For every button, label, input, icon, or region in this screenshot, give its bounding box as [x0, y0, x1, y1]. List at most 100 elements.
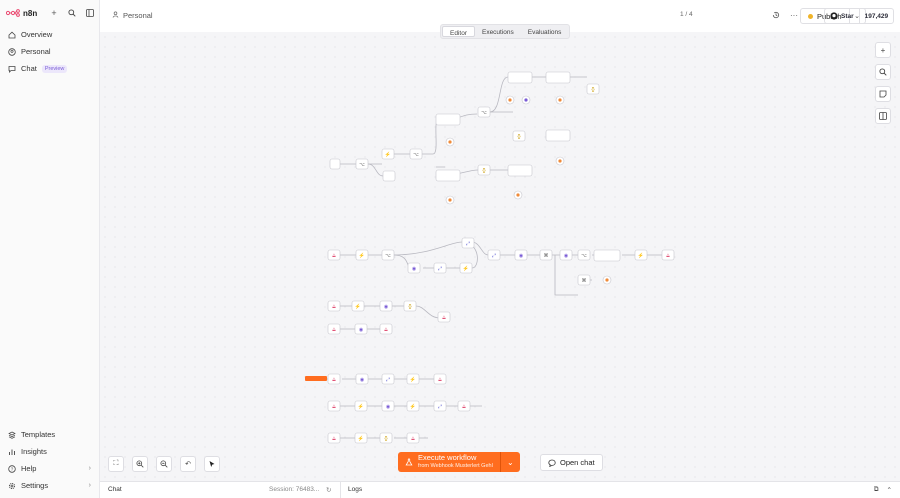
github-star-button[interactable]: Star — [825, 9, 860, 23]
sticky-note-icon — [879, 90, 887, 98]
svg-text:{}: {} — [384, 436, 388, 442]
breadcrumb-project: Personal — [123, 11, 153, 20]
chevron-right-icon: › — [88, 465, 91, 472]
chat-icon — [548, 459, 556, 467]
search-nodes-button[interactable] — [875, 64, 891, 80]
tab-editor[interactable]: Editor — [442, 26, 475, 37]
svg-text:⤢: ⤢ — [386, 377, 390, 383]
svg-text:{}: {} — [517, 134, 521, 140]
flask-icon — [405, 458, 413, 466]
svg-text:⚡: ⚡ — [410, 376, 416, 383]
svg-text:⌘: ⌘ — [582, 278, 587, 284]
svg-text:⟁: ⟁ — [332, 404, 337, 410]
workflow-canvas[interactable]: ⌥ ⚡ ⌥ ⌥ {} {} {} ⟁ ⚡ ⌥ ◉ ⤢ ⚡ ⤢ ⤢ ◉ ⌘ ◉ ⌥… — [100, 24, 900, 481]
tab-executions[interactable]: Executions — [475, 26, 521, 37]
svg-text:⚡: ⚡ — [358, 435, 364, 442]
svg-text:⤢: ⤢ — [438, 266, 442, 272]
zoom-in-button[interactable] — [132, 456, 148, 472]
svg-text:⚡: ⚡ — [463, 265, 469, 272]
add-node-button[interactable]: + — [875, 42, 891, 58]
svg-text:{}: {} — [591, 87, 595, 93]
svg-text:⚡: ⚡ — [355, 303, 361, 310]
github-star-group[interactable]: Star 197,429 — [824, 8, 895, 24]
execute-dropdown-button[interactable]: ⌄ — [499, 452, 520, 472]
refresh-session-icon[interactable]: ↻ — [326, 486, 331, 494]
svg-text:⤢: ⤢ — [438, 404, 442, 410]
svg-text:⟁: ⟁ — [666, 253, 671, 259]
svg-text:⟁: ⟁ — [438, 377, 443, 383]
svg-text:◉: ◉ — [564, 253, 569, 259]
logs-panel-tab[interactable]: Logs — [348, 486, 362, 493]
tab-evaluations[interactable]: Evaluations — [521, 26, 569, 37]
workflow-graph: ⌥ ⚡ ⌥ ⌥ {} {} {} ⟁ ⚡ ⌥ ◉ ⤢ ⚡ ⤢ ⤢ ◉ ⌘ ◉ ⌥… — [305, 71, 675, 444]
svg-text:⟁: ⟁ — [411, 436, 416, 442]
svg-text:⟁: ⟁ — [332, 327, 337, 333]
workflow-pager: 1 / 4 — [680, 11, 693, 18]
svg-text:◉: ◉ — [386, 404, 391, 410]
sidebar-nav-bottom: Templates Insights ? Help › Settings › — [4, 426, 95, 494]
svg-text:⟁: ⟁ — [462, 404, 467, 410]
history-icon[interactable] — [772, 11, 780, 21]
fit-view-button[interactable]: ⛶ — [108, 456, 124, 472]
open-chat-button[interactable]: Open chat — [540, 454, 603, 471]
svg-text:⚡: ⚡ — [410, 403, 416, 410]
sidebar-item-help[interactable]: ? Help › — [4, 460, 95, 477]
sidebar-item-personal[interactable]: Personal — [4, 43, 95, 60]
popout-icon[interactable]: ⧉ — [874, 486, 879, 494]
chevron-down-icon: ⌄ — [506, 457, 514, 467]
chat-panel-tab[interactable]: Chat — [108, 486, 122, 493]
n8n-logo-icon — [6, 9, 20, 17]
search-icon — [879, 68, 887, 76]
select-tool-button[interactable] — [204, 456, 220, 472]
undo-icon: ↶ — [185, 461, 191, 468]
chevron-right-icon: › — [88, 482, 91, 489]
collapse-sidebar-icon[interactable] — [85, 8, 95, 18]
sidebar-item-label: Help — [21, 464, 37, 473]
sidebar-item-insights[interactable]: Insights — [4, 443, 95, 460]
sidebar-item-label: Overview — [21, 30, 53, 39]
sidebar-item-overview[interactable]: Overview — [4, 26, 95, 43]
plus-icon[interactable]: + — [49, 8, 59, 18]
svg-text:⌥: ⌥ — [581, 253, 587, 259]
canvas-nodes: ⌥ ⚡ ⌥ ⌥ {} {} {} ⟁ ⚡ ⌥ ◉ ⤢ ⚡ ⤢ ⤢ ◉ ⌘ ◉ ⌥… — [305, 71, 675, 444]
svg-text:⌘: ⌘ — [544, 253, 549, 259]
more-options-icon[interactable]: ··· — [790, 11, 798, 20]
bottom-panel-bar: Chat Session: 76483... ↻ Logs ⧉ ⌃ — [100, 481, 900, 498]
svg-text:⟁: ⟁ — [332, 253, 337, 259]
execute-subtitle: from Webhook Musterlert Gehl — [418, 463, 493, 469]
fit-view-icon: ⛶ — [113, 460, 119, 467]
svg-text:{}: {} — [408, 304, 412, 310]
breadcrumb[interactable]: Personal — [112, 11, 153, 20]
editor-tabs: Editor Executions Evaluations — [440, 24, 571, 39]
insights-icon — [7, 447, 16, 456]
svg-text:⚡: ⚡ — [638, 252, 644, 259]
canvas-zoom-toolbar: ⛶ ↶ — [108, 456, 220, 472]
svg-text:?: ? — [10, 466, 13, 471]
sidebar-item-templates[interactable]: Templates — [4, 426, 95, 443]
svg-text:◉: ◉ — [519, 253, 524, 259]
sidebar-item-settings[interactable]: Settings › — [4, 477, 95, 494]
sticky-note-button[interactable] — [875, 86, 891, 102]
sidebar-item-label: Personal — [21, 47, 51, 56]
svg-text:⟁: ⟁ — [332, 304, 337, 310]
search-icon[interactable] — [67, 8, 77, 18]
toggle-panel-button[interactable] — [875, 108, 891, 124]
svg-text:◉: ◉ — [412, 266, 417, 272]
chevron-up-icon[interactable]: ⌃ — [887, 486, 892, 494]
svg-text:⤢: ⤢ — [492, 253, 496, 259]
plus-icon: + — [880, 45, 886, 55]
svg-text:⌥: ⌥ — [481, 110, 487, 116]
svg-text:⌥: ⌥ — [359, 162, 365, 168]
zoom-out-button[interactable] — [156, 456, 172, 472]
templates-icon — [7, 430, 16, 439]
svg-text:⟁: ⟁ — [384, 327, 389, 333]
sidebar-item-chat[interactable]: Chat Preview — [4, 60, 95, 77]
n8n-logo[interactable]: n8n — [6, 9, 37, 18]
svg-text:⤢: ⤢ — [466, 241, 470, 247]
execute-workflow-button[interactable]: Execute workflow from Webhook Musterlert… — [398, 452, 500, 472]
sidebar-nav-top: Overview Personal Chat Preview — [4, 26, 95, 77]
undo-button[interactable]: ↶ — [180, 456, 196, 472]
svg-text:◉: ◉ — [360, 377, 365, 383]
sidebar-item-label: Templates — [21, 430, 56, 439]
session-id: Session: 76483... — [269, 486, 320, 493]
